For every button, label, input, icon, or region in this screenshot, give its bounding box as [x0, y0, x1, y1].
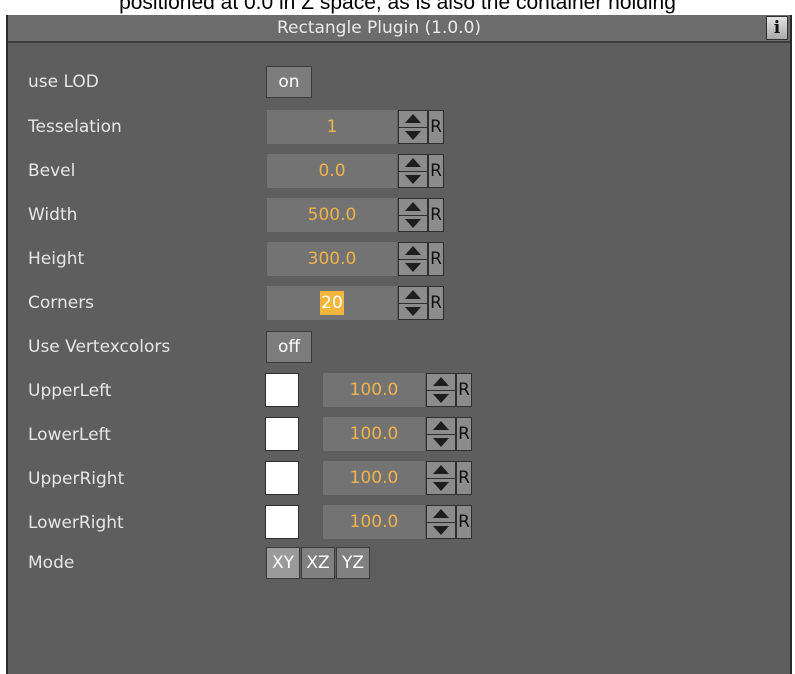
lower-right-label: LowerRight: [28, 513, 124, 533]
rectangle-plugin-panel: Rectangle Plugin (1.0.0) i use LOD on Te…: [6, 15, 792, 674]
corners-label: Corners: [28, 293, 95, 313]
corners-value-selected: 20: [320, 291, 344, 315]
upper-left-reset-button[interactable]: R: [456, 373, 472, 407]
panel-titlebar: Rectangle Plugin (1.0.0) i: [8, 15, 790, 43]
upper-right-label: UpperRight: [28, 469, 125, 489]
up-arrow-icon[interactable]: [427, 462, 455, 479]
height-field[interactable]: 300.0: [267, 242, 397, 276]
use-vertexcolors-toggle[interactable]: off: [266, 331, 312, 363]
down-arrow-icon[interactable]: [399, 303, 427, 319]
height-spinner[interactable]: [398, 242, 428, 276]
down-arrow-icon[interactable]: [427, 522, 455, 538]
upper-right-spinner[interactable]: [426, 461, 456, 495]
panel-title: Rectangle Plugin (1.0.0): [276, 18, 482, 38]
down-arrow-icon[interactable]: [399, 259, 427, 275]
tesselation-field[interactable]: 1: [267, 110, 397, 144]
lower-left-field[interactable]: 100.0: [323, 417, 425, 451]
down-arrow-icon[interactable]: [427, 478, 455, 494]
down-arrow-icon[interactable]: [399, 215, 427, 231]
bevel-field[interactable]: 0.0: [267, 154, 397, 188]
width-spinner[interactable]: [398, 198, 428, 232]
tesselation-spinner[interactable]: [398, 110, 428, 144]
down-arrow-icon[interactable]: [399, 171, 427, 187]
upper-left-field[interactable]: 100.0: [323, 373, 425, 407]
lower-right-color-swatch[interactable]: [265, 505, 299, 539]
tesselation-label: Tesselation: [28, 117, 122, 137]
mode-yz-button[interactable]: YZ: [336, 547, 370, 579]
page-caption-fragment: positioned at 0.0 in Z space, as is also…: [119, 0, 676, 14]
width-label: Width: [28, 205, 78, 225]
lower-left-label: LowerLeft: [28, 425, 111, 445]
upper-left-spinner[interactable]: [426, 373, 456, 407]
up-arrow-icon[interactable]: [399, 111, 427, 128]
mode-label: Mode: [28, 553, 75, 573]
lower-left-spinner[interactable]: [426, 417, 456, 451]
down-arrow-icon[interactable]: [399, 127, 427, 143]
use-vertexcolors-label: Use Vertexcolors: [28, 337, 171, 357]
lower-right-spinner[interactable]: [426, 505, 456, 539]
up-arrow-icon[interactable]: [427, 418, 455, 435]
up-arrow-icon[interactable]: [427, 506, 455, 523]
up-arrow-icon[interactable]: [399, 287, 427, 304]
upper-right-field[interactable]: 100.0: [323, 461, 425, 495]
tesselation-reset-button[interactable]: R: [428, 110, 444, 144]
height-label: Height: [28, 249, 85, 269]
upper-right-color-swatch[interactable]: [265, 461, 299, 495]
mode-xy-button[interactable]: XY: [266, 547, 300, 579]
width-reset-button[interactable]: R: [428, 198, 444, 232]
up-arrow-icon[interactable]: [427, 374, 455, 391]
corners-spinner[interactable]: [398, 286, 428, 320]
use-lod-toggle[interactable]: on: [266, 66, 312, 98]
up-arrow-icon[interactable]: [399, 199, 427, 216]
lower-right-reset-button[interactable]: R: [456, 505, 472, 539]
up-arrow-icon[interactable]: [399, 243, 427, 260]
bevel-label: Bevel: [28, 161, 76, 181]
height-reset-button[interactable]: R: [428, 242, 444, 276]
upper-left-color-swatch[interactable]: [265, 373, 299, 407]
width-field[interactable]: 500.0: [267, 198, 397, 232]
upper-left-label: UpperLeft: [28, 381, 112, 401]
lower-left-color-swatch[interactable]: [265, 417, 299, 451]
use-lod-label: use LOD: [28, 72, 99, 92]
bevel-reset-button[interactable]: R: [428, 154, 444, 188]
bevel-spinner[interactable]: [398, 154, 428, 188]
lower-left-reset-button[interactable]: R: [456, 417, 472, 451]
up-arrow-icon[interactable]: [399, 155, 427, 172]
lower-right-field[interactable]: 100.0: [323, 505, 425, 539]
down-arrow-icon[interactable]: [427, 434, 455, 450]
mode-xz-button[interactable]: XZ: [301, 547, 335, 579]
info-icon[interactable]: i: [766, 16, 788, 40]
down-arrow-icon[interactable]: [427, 390, 455, 406]
corners-reset-button[interactable]: R: [428, 286, 444, 320]
upper-right-reset-button[interactable]: R: [456, 461, 472, 495]
corners-field[interactable]: 20: [267, 286, 397, 320]
